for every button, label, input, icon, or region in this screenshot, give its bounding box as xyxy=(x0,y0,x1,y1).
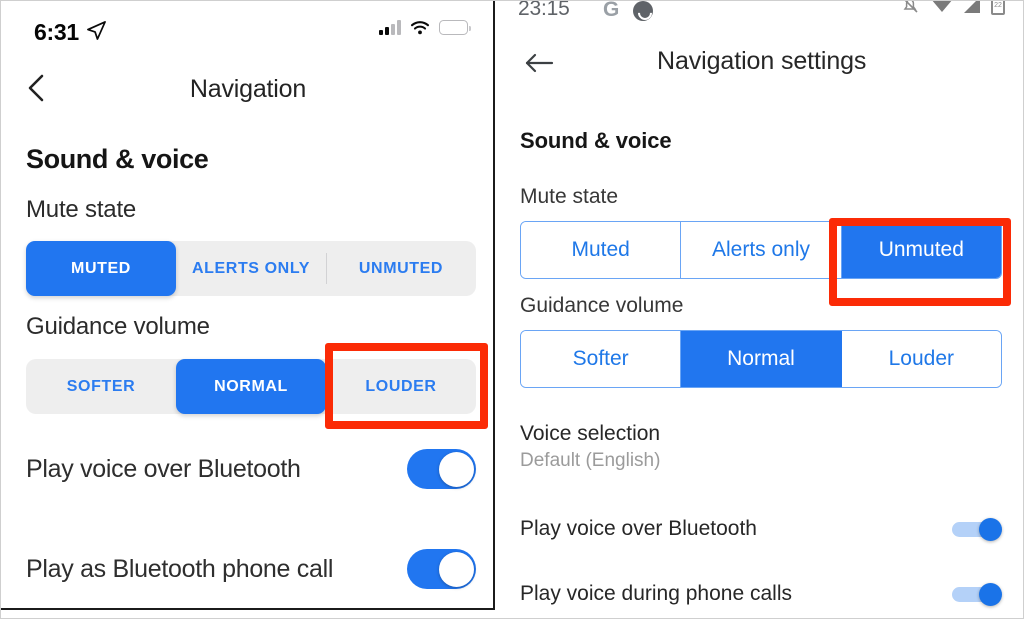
ios-screenshot-panel: 6:31 Navigation Sound & voice Mute state… xyxy=(1,1,495,610)
android-play-voice-during-phone-calls-label: Play voice during phone calls xyxy=(520,582,792,605)
android-status-icons: 22 xyxy=(900,1,1005,15)
android-nav-bar: Navigation settings xyxy=(497,27,1023,99)
ios-segment-normal[interactable]: NORMAL xyxy=(176,359,326,414)
android-status-bar: 23:15 G 22 xyxy=(497,1,1023,27)
android-segment-louder[interactable]: Louder xyxy=(841,331,1001,387)
ios-status-time: 6:31 xyxy=(34,19,79,45)
ios-play-voice-over-bluetooth-row[interactable]: Play voice over Bluetooth xyxy=(26,441,476,497)
cellular-signal-icon xyxy=(964,1,980,13)
battery-icon: 22 xyxy=(991,1,1005,15)
ios-status-icons xyxy=(379,20,471,35)
arrow-left-icon xyxy=(525,53,554,73)
android-segment-muted[interactable]: Muted xyxy=(521,222,682,278)
toggle-knob xyxy=(979,518,1002,541)
android-voice-selection-subtitle: Default (English) xyxy=(520,450,661,471)
ios-status-bar: 6:31 xyxy=(1,1,493,57)
android-guidance-volume-segmented-control[interactable]: Softer Normal Louder xyxy=(520,330,1002,388)
android-play-voice-over-bluetooth-row[interactable]: Play voice over Bluetooth xyxy=(520,507,1002,551)
android-segment-softer[interactable]: Softer xyxy=(521,331,682,387)
android-guidance-volume-label: Guidance volume xyxy=(520,294,684,317)
ios-nav-bar: Navigation xyxy=(1,57,493,121)
android-voice-selection-title: Voice selection xyxy=(520,422,661,445)
toggle-knob xyxy=(438,551,474,587)
ios-mute-state-segmented-control[interactable]: MUTED ALERTS ONLY UNMUTED xyxy=(26,241,476,296)
android-louder-highlight-box xyxy=(829,218,1011,306)
wifi-icon xyxy=(410,21,430,35)
android-segment-alerts-only[interactable]: Alerts only xyxy=(681,222,842,278)
ios-page-title: Navigation xyxy=(189,75,307,103)
ios-segment-unmuted[interactable]: UNMUTED xyxy=(326,241,476,296)
ios-play-voice-over-bluetooth-toggle[interactable] xyxy=(407,449,476,489)
cellular-signal-icon xyxy=(379,20,401,35)
android-play-voice-during-phone-calls-row[interactable]: Play voice during phone calls xyxy=(520,572,1002,616)
ios-segment-muted[interactable]: MUTED xyxy=(26,241,176,296)
ios-segment-softer[interactable]: SOFTER xyxy=(26,359,176,414)
android-page-title: Navigation settings xyxy=(657,47,867,75)
ios-guidance-volume-label: Guidance volume xyxy=(26,313,210,340)
ios-play-as-bluetooth-phone-call-toggle[interactable] xyxy=(407,549,476,589)
ios-section-heading: Sound & voice xyxy=(26,144,209,174)
android-voice-selection-row[interactable]: Voice selection Default (English) xyxy=(520,422,660,472)
toggle-knob xyxy=(979,583,1002,606)
android-mute-state-label: Mute state xyxy=(520,185,619,208)
ios-louder-highlight-box xyxy=(325,343,488,429)
google-g-icon: G xyxy=(603,1,620,21)
toggle-knob xyxy=(438,451,474,487)
android-back-button[interactable] xyxy=(521,45,557,81)
android-status-time: 23:15 xyxy=(518,1,570,20)
phone-call-icon xyxy=(633,1,653,21)
bell-off-icon xyxy=(903,1,918,13)
location-arrow-icon xyxy=(87,21,106,40)
android-section-heading: Sound & voice xyxy=(520,128,672,153)
android-play-voice-over-bluetooth-toggle[interactable] xyxy=(952,518,1002,541)
android-play-voice-over-bluetooth-label: Play voice over Bluetooth xyxy=(520,517,757,540)
ios-play-as-bluetooth-phone-call-label: Play as Bluetooth phone call xyxy=(26,554,334,583)
android-screenshot-panel: 23:15 G 22 Navigation settings Sound & v… xyxy=(497,1,1023,618)
screenshot-root: 6:31 Navigation Sound & voice Mute state… xyxy=(0,0,1024,619)
ios-play-as-bluetooth-phone-call-row[interactable]: Play as Bluetooth phone call xyxy=(26,541,476,597)
ios-mute-state-label: Mute state xyxy=(26,196,137,223)
battery-low-power-icon xyxy=(439,20,471,35)
ios-segment-alerts-only[interactable]: ALERTS ONLY xyxy=(176,241,326,296)
android-play-voice-during-phone-calls-toggle[interactable] xyxy=(952,583,1002,606)
ios-play-voice-over-bluetooth-label: Play voice over Bluetooth xyxy=(26,454,301,483)
download-arrow-icon xyxy=(931,1,953,12)
android-segment-normal[interactable]: Normal xyxy=(681,331,842,387)
